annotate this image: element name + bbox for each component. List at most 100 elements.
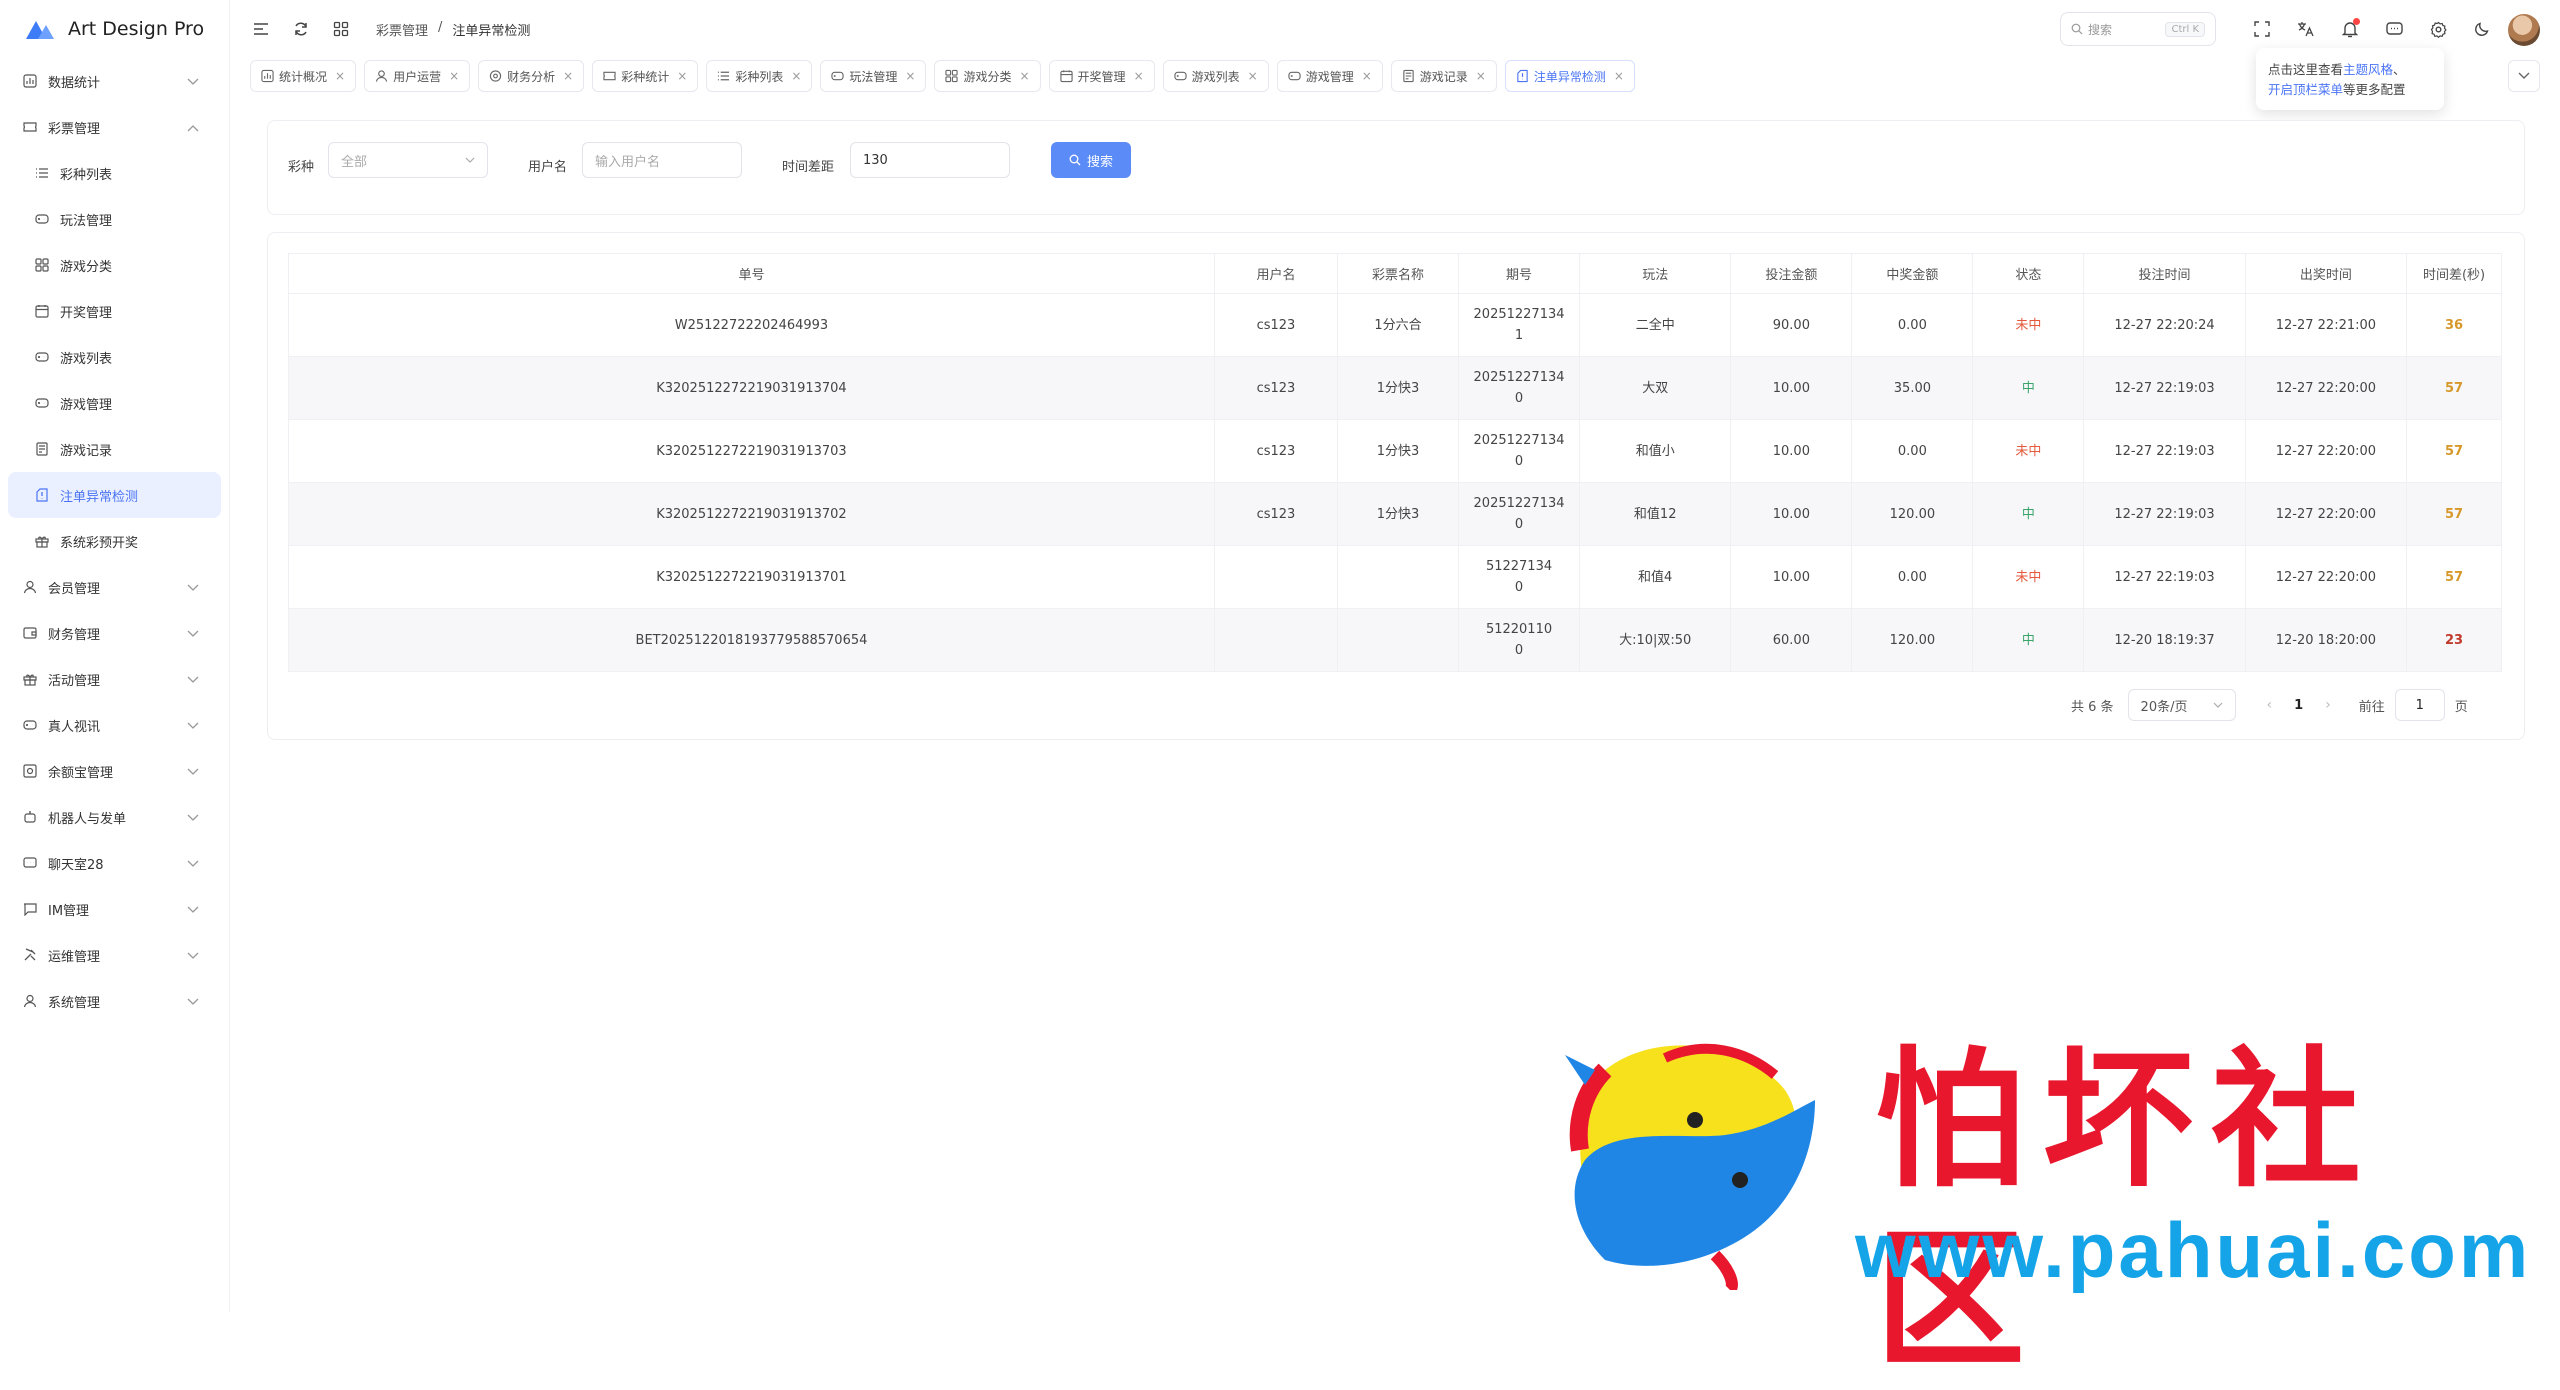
close-icon[interactable]: × <box>1248 69 1258 83</box>
breadcrumb-parent[interactable]: 彩票管理 <box>376 20 428 39</box>
notification-bell-icon[interactable] <box>2328 14 2372 44</box>
cell-bet-text: 10.00 <box>1772 506 1810 522</box>
sidebar-item-5[interactable]: 开奖管理 <box>8 288 221 334</box>
cell-status-text: 中 <box>2021 632 2035 648</box>
close-icon[interactable]: × <box>1614 69 1624 83</box>
dark-mode-moon-icon[interactable] <box>2460 14 2504 44</box>
sidebar-item-11[interactable]: 会员管理 <box>8 564 221 610</box>
close-icon[interactable]: × <box>905 69 915 83</box>
cell-draw_time-text: 12-27 22:20:00 <box>2275 443 2377 459</box>
page-size-select[interactable]: 20条/页 <box>2127 689 2237 721</box>
close-icon[interactable]: × <box>677 69 687 83</box>
close-icon[interactable]: × <box>449 69 459 83</box>
cell-bet-text: 60.00 <box>1772 632 1810 648</box>
sidebar-item-20[interactable]: 系统管理 <box>8 978 221 1024</box>
close-icon[interactable]: × <box>1362 69 1372 83</box>
tabs-more-chevron-down-icon[interactable] <box>2508 60 2540 92</box>
time-diff-input[interactable]: 130 <box>850 142 1010 178</box>
tab-9[interactable]: 游戏管理 × <box>1276 60 1383 92</box>
sidebar-item-16[interactable]: 机器人与发单 <box>8 794 221 840</box>
cell-user-text: cs123 <box>1256 506 1296 522</box>
sidebar-item-4[interactable]: 游戏分类 <box>8 242 221 288</box>
header-tools <box>2240 14 2504 44</box>
menu-toggle-icon[interactable] <box>250 18 272 40</box>
tip-link-theme[interactable]: 主题风格 <box>2343 62 2393 77</box>
chat-icon[interactable] <box>2372 14 2416 44</box>
search-placeholder: 搜索 <box>2088 22 2113 37</box>
chevron-down-icon <box>2214 702 2223 708</box>
goto-page-input[interactable]: 1 <box>2394 689 2445 721</box>
refresh-icon[interactable] <box>290 18 312 40</box>
translate-icon[interactable] <box>2284 14 2328 44</box>
time-diff-label: 时间差距 <box>782 160 835 175</box>
sidebar-item-14[interactable]: 真人视讯 <box>8 702 221 748</box>
cell-issue-line1: 20251227134 <box>1473 307 1565 322</box>
close-icon[interactable]: × <box>791 69 801 83</box>
tab-1[interactable]: 用户运营 × <box>364 60 471 92</box>
logo-icon <box>26 21 54 39</box>
sidebar-item-15[interactable]: 余额宝管理 <box>8 748 221 794</box>
cell-status-text: 中 <box>2021 506 2035 522</box>
close-icon[interactable]: × <box>335 69 345 83</box>
sidebar-item-1[interactable]: 彩票管理 <box>8 104 221 150</box>
fullscreen-icon[interactable] <box>2240 14 2284 44</box>
cell-bet-text: 10.00 <box>1772 569 1810 585</box>
sidebar-item-label: 真人视讯 <box>48 719 101 735</box>
user-avatar[interactable] <box>2508 14 2540 46</box>
sidebar-item-3[interactable]: 玩法管理 <box>8 196 221 242</box>
tab-10[interactable]: 游戏记录 × <box>1390 60 1497 92</box>
sidebar-item-8[interactable]: 游戏记录 <box>8 426 221 472</box>
sidebar-item-label: 玩法管理 <box>60 213 113 229</box>
close-icon[interactable]: × <box>1019 69 1029 83</box>
cell-win-text: 0.00 <box>1897 317 1927 333</box>
close-icon[interactable]: × <box>563 69 573 83</box>
prev-page-icon[interactable]: ‹ <box>2266 697 2272 713</box>
sidebar-item-13[interactable]: 活动管理 <box>8 656 221 702</box>
search-button[interactable]: 搜索 <box>1051 142 1131 178</box>
current-page[interactable]: 1 <box>2294 698 2303 713</box>
tab-6[interactable]: 游戏分类 × <box>934 60 1041 92</box>
column-header: 投注金额 <box>1730 253 1853 294</box>
calendar-icon <box>34 303 50 319</box>
sidebar-item-10[interactable]: 系统彩预开奖 <box>8 518 221 564</box>
cell-status-text: 中 <box>2021 380 2035 396</box>
tab-7[interactable]: 开奖管理 × <box>1048 60 1155 92</box>
global-search-input[interactable]: 搜索 Ctrl K <box>2060 12 2216 46</box>
list-icon <box>717 70 730 83</box>
close-icon[interactable]: × <box>1476 69 1486 83</box>
tab-4[interactable]: 彩种列表 × <box>706 60 813 92</box>
tab-11[interactable]: 注单异常检测 × <box>1504 60 1635 92</box>
tip-link-topbar[interactable]: 开启顶栏菜单 <box>2268 82 2343 97</box>
sidebar-item-7[interactable]: 游戏管理 <box>8 380 221 426</box>
cell-lottery-text: 1分快3 <box>1376 380 1420 396</box>
close-icon[interactable]: × <box>1134 69 1144 83</box>
tab-2[interactable]: 财务分析 × <box>478 60 585 92</box>
lottery-select[interactable]: 全部 <box>328 142 488 178</box>
apps-grid-icon[interactable] <box>330 18 352 40</box>
search-shortcut: Ctrl K <box>2165 21 2205 37</box>
settings-gear-icon[interactable] <box>2416 14 2460 44</box>
cell-status: 未中 <box>1972 293 2085 357</box>
sidebar-item-12[interactable]: 财务管理 <box>8 610 221 656</box>
sidebar-item-9[interactable]: 注单异常检测 <box>8 472 221 518</box>
username-input[interactable]: 输入用户名 <box>582 142 742 178</box>
column-header: 期号 <box>1458 253 1581 294</box>
cell-lottery: 1分快3 <box>1336 356 1460 420</box>
next-page-icon[interactable]: › <box>2325 697 2331 713</box>
sidebar-item-2[interactable]: 彩种列表 <box>8 150 221 196</box>
sidebar-item-6[interactable]: 游戏列表 <box>8 334 221 380</box>
chevron-down-icon <box>465 157 475 163</box>
sidebar-item-0[interactable]: 数据统计 <box>8 58 221 104</box>
sidebar-item-18[interactable]: IM管理 <box>8 886 221 932</box>
sidebar-item-17[interactable]: 聊天室28 <box>8 840 221 886</box>
tab-5[interactable]: 玩法管理 × <box>820 60 927 92</box>
cell-diff-text: 57 <box>2445 569 2464 585</box>
tab-0[interactable]: 统计概况 × <box>250 60 357 92</box>
wallet-icon <box>22 625 38 641</box>
tab-8[interactable]: 游戏列表 × <box>1162 60 1269 92</box>
tab-3[interactable]: 彩种统计 × <box>592 60 699 92</box>
sidebar-item-19[interactable]: 运维管理 <box>8 932 221 978</box>
app-logo[interactable]: Art Design Pro <box>0 0 229 58</box>
cell-diff-text: 57 <box>2445 380 2464 396</box>
gift-icon <box>22 671 38 687</box>
